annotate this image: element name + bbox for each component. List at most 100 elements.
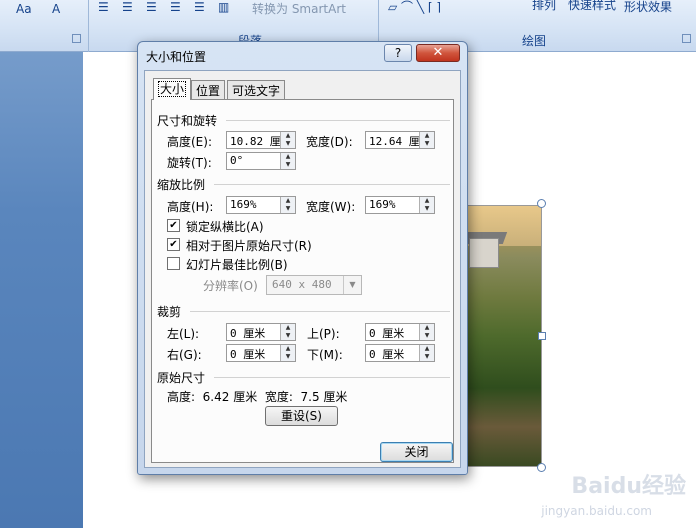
spin-down-icon[interactable]: ▼ xyxy=(420,353,434,361)
scale-height-spin-arrows[interactable]: ▲ ▼ xyxy=(280,197,295,213)
rotation-spin-arrows[interactable]: ▲ ▼ xyxy=(280,153,295,169)
lock-aspect-checkbox[interactable]: ✔ xyxy=(167,219,180,232)
align-left-icon[interactable]: ☰ xyxy=(98,0,109,16)
scale-width-label: 宽度(W): xyxy=(306,200,356,214)
crop-right-spinner[interactable]: 0 厘米 ▲ ▼ xyxy=(226,344,296,362)
scale-width-spinner[interactable]: 169% ▲ ▼ xyxy=(365,196,435,214)
selected-picture[interactable] xyxy=(462,205,542,467)
spin-down-icon[interactable]: ▼ xyxy=(281,161,295,169)
crop-bottom-spinner[interactable]: 0 厘米 ▲ ▼ xyxy=(365,344,435,362)
resize-handle-bottom-right[interactable] xyxy=(537,463,546,472)
spin-down-icon[interactable]: ▼ xyxy=(420,205,434,213)
rotation-spinner[interactable]: 0° ▲ ▼ xyxy=(226,152,296,170)
height-spin-arrows[interactable]: ▲ ▼ xyxy=(280,132,295,148)
crop-left-label: 左(L): xyxy=(167,327,200,341)
spin-up-icon[interactable]: ▲ xyxy=(420,345,434,353)
watermark-logo: Baidu经验 xyxy=(571,474,686,499)
spin-down-icon[interactable]: ▼ xyxy=(281,332,295,340)
crop-bottom-value: 0 厘米 xyxy=(369,348,405,361)
section-divider xyxy=(190,311,450,312)
crop-right-spin-arrows[interactable]: ▲ ▼ xyxy=(280,345,295,361)
distribute-icon[interactable]: ☰ xyxy=(194,0,205,16)
tab-alt-text[interactable]: 可选文字 xyxy=(227,80,286,99)
spin-down-icon[interactable]: ▼ xyxy=(281,205,295,213)
close-icon[interactable]: ✕ xyxy=(416,44,460,62)
drawing-dialog-launcher-icon[interactable] xyxy=(682,34,691,43)
arrange-button[interactable]: 排列 xyxy=(532,0,556,12)
dialog-title: 大小和位置 xyxy=(146,50,207,64)
quick-style-button[interactable]: 快速样式 xyxy=(568,0,616,12)
spin-down-icon[interactable]: ▼ xyxy=(281,353,295,361)
resolution-select: 640 x 480 ▼ xyxy=(266,275,362,295)
original-size-text: 高度: 6.42 厘米 宽度: 7.5 厘米 xyxy=(167,390,348,404)
width-spinner[interactable]: 12.64 厘米 ▲▼ xyxy=(365,131,435,149)
spin-up-icon[interactable]: ▲ xyxy=(281,197,295,205)
columns-icon[interactable]: ▥ xyxy=(218,0,229,16)
spin-up-icon[interactable]: ▲ xyxy=(420,324,434,332)
justify-icon[interactable]: ☰ xyxy=(170,0,181,16)
crop-right-label: 右(G): xyxy=(167,348,202,362)
crop-top-label: 上(P): xyxy=(307,327,340,341)
resolution-value: 640 x 480 xyxy=(272,278,332,291)
spin-up-icon[interactable]: ▲ xyxy=(281,345,295,353)
spin-up-icon[interactable]: ▲ xyxy=(281,132,295,140)
resize-handle-right[interactable] xyxy=(538,332,546,340)
crop-top-spin-arrows[interactable]: ▲ ▼ xyxy=(419,324,434,340)
align-right-icon[interactable]: ☰ xyxy=(146,0,157,16)
resize-handle-top-right[interactable] xyxy=(537,199,546,208)
crop-bottom-spin-arrows[interactable]: ▲ ▼ xyxy=(419,345,434,361)
font-dialog-launcher-icon[interactable] xyxy=(72,34,81,43)
tab-size-label: 大小 xyxy=(158,81,187,97)
spin-up-icon[interactable]: ▲ xyxy=(281,153,295,161)
lock-aspect-label: 锁定纵横比(A) xyxy=(186,220,264,234)
spin-down-icon[interactable]: ▼ xyxy=(420,140,434,148)
picture-house xyxy=(469,238,499,268)
align-center-icon[interactable]: ☰ xyxy=(122,0,133,16)
size-position-dialog: 大小和位置 ? ✕ 大小 位置 可选文字 尺寸和旋转 高度(E): 10.82 … xyxy=(137,41,468,475)
best-scale-label: 幻灯片最佳比例(B) xyxy=(186,258,288,272)
rotation-value: 0° xyxy=(230,154,244,167)
tab-size[interactable]: 大小 xyxy=(153,78,192,100)
font-color-button[interactable]: A xyxy=(52,2,60,18)
height-value: 10.82 厘米 xyxy=(230,135,280,148)
rotation-label: 旋转(T): xyxy=(167,156,212,170)
size-section-label: 尺寸和旋转 xyxy=(157,114,218,128)
spin-up-icon[interactable]: ▲ xyxy=(281,324,295,332)
scale-height-label: 高度(H): xyxy=(167,200,214,214)
reset-button[interactable]: 重设(S) xyxy=(265,406,338,426)
drawing-group-label: 绘图 xyxy=(522,34,547,48)
crop-left-value: 0 厘米 xyxy=(230,327,266,340)
relative-original-checkbox[interactable]: ✔ xyxy=(167,238,180,251)
relative-original-label: 相对于图片原始尺寸(R) xyxy=(186,239,312,253)
height-spinner[interactable]: 10.82 厘米 ▲▼ xyxy=(226,131,296,149)
change-case-button[interactable]: Aa xyxy=(16,2,32,18)
width-spin-arrows[interactable]: ▲ ▼ xyxy=(419,132,434,148)
ribbon-separator xyxy=(88,0,89,52)
shapes-gallery-icon[interactable]: ▱ ⌒ ╲ ⌈ ⌉ xyxy=(388,0,441,14)
tab-position[interactable]: 位置 xyxy=(191,80,226,99)
scale-width-spin-arrows[interactable]: ▲ ▼ xyxy=(419,197,434,213)
spin-up-icon[interactable]: ▲ xyxy=(420,132,434,140)
crop-top-spinner[interactable]: 0 厘米 ▲ ▼ xyxy=(365,323,435,341)
crop-left-spin-arrows[interactable]: ▲ ▼ xyxy=(280,324,295,340)
crop-top-value: 0 厘米 xyxy=(369,327,405,340)
width-value: 12.64 厘米 xyxy=(369,135,419,148)
shape-effects-button[interactable]: 形状效果 xyxy=(624,0,672,14)
dialog-client: 大小 位置 可选文字 尺寸和旋转 高度(E): 10.82 厘米 ▲▼ 宽度(D… xyxy=(144,70,461,468)
best-scale-checkbox[interactable] xyxy=(167,257,180,270)
spin-up-icon[interactable]: ▲ xyxy=(420,197,434,205)
scale-width-value: 169% xyxy=(369,198,396,211)
close-button[interactable]: 关闭 xyxy=(380,442,453,462)
convert-smartart-button[interactable]: 转换为 SmartArt xyxy=(252,0,346,16)
crop-section-label: 裁剪 xyxy=(157,305,182,319)
section-divider xyxy=(214,184,450,185)
dialog-titlebar[interactable]: 大小和位置 ? ✕ xyxy=(138,42,467,70)
original-section-label: 原始尺寸 xyxy=(157,371,206,385)
section-divider xyxy=(226,120,450,121)
crop-left-spinner[interactable]: 0 厘米 ▲ ▼ xyxy=(226,323,296,341)
spin-down-icon[interactable]: ▼ xyxy=(281,140,295,148)
scale-height-value: 169% xyxy=(230,198,257,211)
help-button[interactable]: ? xyxy=(384,44,412,62)
scale-height-spinner[interactable]: 169% ▲ ▼ xyxy=(226,196,296,214)
spin-down-icon[interactable]: ▼ xyxy=(420,332,434,340)
